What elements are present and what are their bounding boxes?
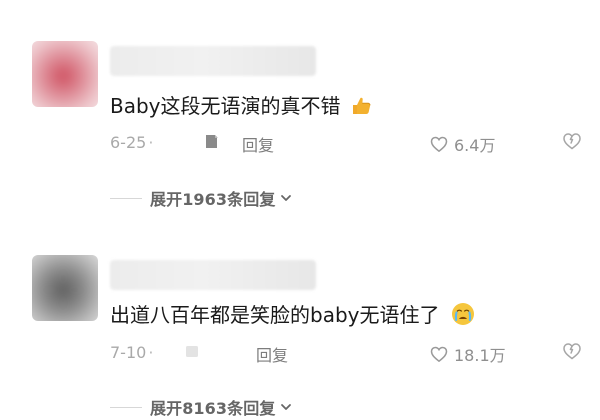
like-count: 6.4万 bbox=[454, 136, 496, 155]
heart-outline-icon[interactable] bbox=[430, 346, 448, 362]
expand-replies-label[interactable]: 展开8163条回复 bbox=[150, 395, 275, 419]
comment-date-text: 7-10 bbox=[110, 343, 147, 362]
blurred-avatar bbox=[32, 41, 98, 107]
reply-icon[interactable] bbox=[185, 344, 200, 359]
username-blurred bbox=[110, 46, 316, 76]
dislike-button[interactable] bbox=[562, 342, 582, 360]
blurred-avatar bbox=[32, 255, 98, 321]
crying-face-icon bbox=[450, 301, 476, 327]
reply-button[interactable]: 回复 bbox=[242, 132, 274, 156]
broken-heart-icon[interactable] bbox=[562, 342, 582, 360]
comment-text-content: 出道八百年都是笑脸的baby无语住了 bbox=[110, 303, 440, 327]
expand-replies[interactable]: 展开1963条回复 bbox=[110, 187, 450, 209]
comment-date: 6-25 · bbox=[110, 133, 153, 152]
comment-text: Baby这段无语演的真不错 bbox=[110, 94, 372, 118]
comment-meta-row: 6-25 · 回复 6.4万 bbox=[110, 131, 590, 155]
expand-divider bbox=[110, 197, 142, 199]
meta-separator: · bbox=[148, 133, 154, 152]
chevron-down-icon[interactable] bbox=[279, 400, 293, 414]
comment-date-text: 6-25 bbox=[110, 133, 147, 152]
avatar[interactable] bbox=[32, 255, 98, 321]
avatar[interactable] bbox=[32, 41, 98, 107]
reply-button[interactable]: 回复 bbox=[256, 342, 288, 366]
meta-separator: · bbox=[148, 343, 154, 362]
reply-icon[interactable] bbox=[204, 134, 219, 149]
like-group[interactable]: 6.4万 bbox=[430, 132, 495, 156]
broken-heart-icon[interactable] bbox=[562, 132, 582, 150]
comment-text-content: Baby这段无语演的真不错 bbox=[110, 94, 341, 118]
thumbs-up-icon bbox=[350, 95, 372, 117]
comment-meta-row: 7-10 · 回复 18.1万 bbox=[110, 341, 590, 365]
username-blurred bbox=[110, 260, 316, 290]
expand-divider bbox=[110, 406, 142, 408]
like-group[interactable]: 18.1万 bbox=[430, 342, 506, 366]
expand-replies[interactable]: 展开8163条回复 bbox=[110, 396, 450, 418]
heart-outline-icon[interactable] bbox=[430, 136, 448, 152]
expand-replies-label[interactable]: 展开1963条回复 bbox=[150, 186, 275, 210]
comment-text: 出道八百年都是笑脸的baby无语住了 bbox=[110, 301, 476, 327]
dislike-button[interactable] bbox=[562, 132, 582, 150]
chevron-down-icon[interactable] bbox=[279, 191, 293, 205]
comment-date: 7-10 · bbox=[110, 343, 153, 362]
like-count: 18.1万 bbox=[454, 346, 506, 365]
